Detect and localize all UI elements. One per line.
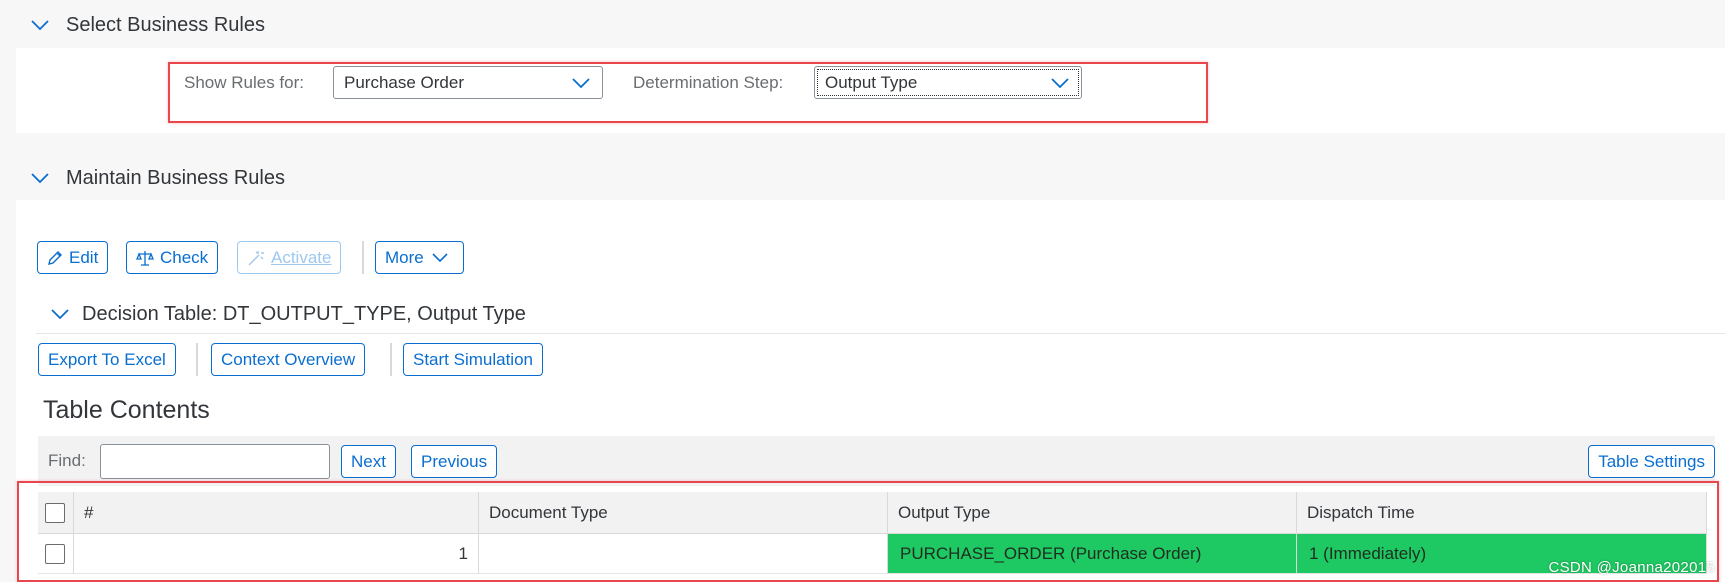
show-rules-select[interactable]: Purchase Order [333, 66, 603, 99]
chevron-down-icon[interactable] [30, 15, 50, 35]
row-select-cell [38, 534, 74, 574]
next-button[interactable]: Next [341, 445, 396, 478]
simulation-label: Start Simulation [413, 349, 533, 369]
more-label: More [385, 247, 424, 267]
activate-label: Activate [271, 247, 332, 267]
maintain-business-rules-header[interactable]: Maintain Business Rules [16, 155, 1725, 202]
chevron-down-icon[interactable] [30, 168, 50, 188]
determination-step-label: Determination Step: [633, 73, 784, 92]
magic-wand-icon [248, 250, 264, 265]
filter-panel: Show Rules for: Purchase Order Determina… [16, 48, 1725, 133]
edit-label: Edit [69, 247, 99, 267]
document-type-cell[interactable] [479, 534, 888, 574]
toolbar-divider [390, 343, 392, 376]
determination-step-value: Output Type [825, 72, 918, 92]
column-header-document-type[interactable]: Document Type [479, 492, 888, 534]
section-title: Select Business Rules [66, 13, 265, 36]
scale-icon [136, 250, 154, 266]
decision-table-grid: # Document Type Output Type Dispatch Tim… [38, 492, 1707, 582]
select-business-rules-header[interactable]: Select Business Rules [16, 2, 1725, 49]
chevron-down-icon [432, 252, 448, 262]
decision-table-header[interactable]: Decision Table: DT_OUTPUT_TYPE, Output T… [36, 295, 1725, 334]
row-checkbox[interactable] [45, 543, 65, 564]
watermark-text: CSDN @Joanna202015 [1548, 559, 1715, 576]
table-settings-button[interactable]: Table Settings [1588, 445, 1715, 478]
chevron-down-icon [1051, 77, 1069, 88]
toolbar-divider [362, 241, 364, 274]
next-label: Next [351, 451, 386, 471]
output-type-cell[interactable]: PURCHASE_ORDER (Purchase Order) [888, 534, 1297, 574]
chevron-down-icon[interactable] [50, 304, 70, 324]
show-rules-value: Purchase Order [344, 72, 464, 92]
column-header-number[interactable]: # [74, 492, 479, 534]
export-to-excel-button[interactable]: Export To Excel [38, 343, 176, 376]
activate-button[interactable]: Activate [237, 241, 342, 274]
column-header-output-type[interactable]: Output Type [888, 492, 1297, 534]
table-settings-label: Table Settings [1598, 451, 1705, 471]
select-all-cell [38, 492, 74, 534]
start-simulation-button[interactable]: Start Simulation [403, 343, 543, 376]
export-label: Export To Excel [48, 349, 166, 369]
find-label: Find: [48, 451, 86, 470]
section-title: Maintain Business Rules [66, 166, 285, 189]
row-number-cell[interactable]: 1 [74, 534, 479, 574]
previous-button[interactable]: Previous [411, 445, 498, 478]
find-bar: Find: Next Previous Table Settings [38, 436, 1715, 486]
check-label: Check [160, 247, 209, 267]
chevron-down-icon [572, 77, 590, 88]
column-header-dispatch-time[interactable]: Dispatch Time [1297, 492, 1707, 534]
show-rules-label: Show Rules for: [184, 73, 304, 92]
check-button[interactable]: Check [126, 241, 219, 274]
find-input[interactable] [100, 444, 330, 479]
context-label: Context Overview [221, 349, 356, 369]
table-contents-title: Table Contents [43, 396, 210, 424]
toolbar-divider [196, 343, 198, 376]
context-overview-button[interactable]: Context Overview [211, 343, 366, 376]
previous-label: Previous [421, 451, 488, 471]
select-all-checkbox[interactable] [45, 502, 65, 523]
more-button[interactable]: More [375, 241, 464, 274]
decision-table-title: Decision Table: DT_OUTPUT_TYPE, Output T… [82, 302, 526, 325]
edit-button[interactable]: Edit [37, 241, 109, 274]
determination-step-select[interactable]: Output Type [814, 66, 1082, 99]
pencil-icon [48, 250, 62, 265]
